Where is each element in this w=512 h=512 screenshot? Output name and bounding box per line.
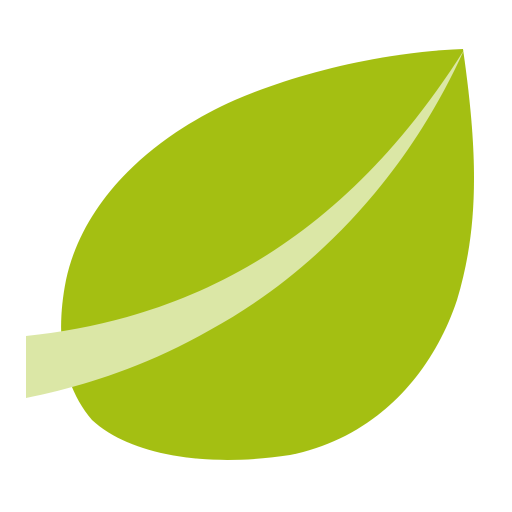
leaf-icon (0, 0, 512, 512)
leaf-logo-canvas (0, 0, 512, 512)
